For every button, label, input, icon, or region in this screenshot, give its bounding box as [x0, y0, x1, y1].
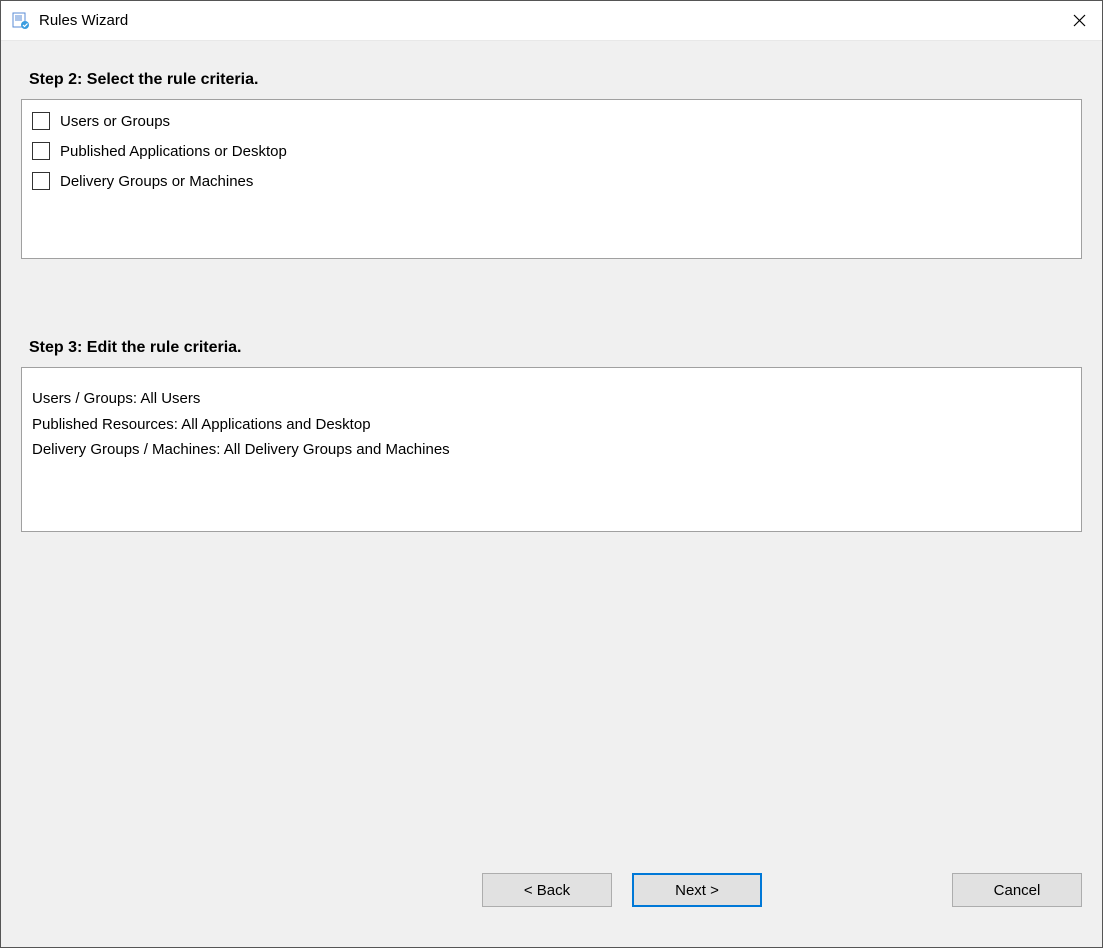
titlebar: Rules Wizard	[1, 1, 1102, 41]
checkbox-icon	[32, 172, 50, 190]
step3-panel: Users / Groups: All Users Published Reso…	[21, 367, 1082, 532]
close-button[interactable]	[1056, 1, 1102, 41]
criteria-summary-line: Published Resources: All Applications an…	[32, 412, 1071, 438]
criteria-published-applications[interactable]: Published Applications or Desktop	[32, 142, 1071, 160]
next-button[interactable]: Next >	[632, 873, 762, 907]
criteria-delivery-groups[interactable]: Delivery Groups or Machines	[32, 172, 1071, 190]
step2-panel: Users or Groups Published Applications o…	[21, 99, 1082, 259]
criteria-label: Delivery Groups or Machines	[60, 173, 253, 190]
checkbox-icon	[32, 142, 50, 160]
back-button[interactable]: < Back	[482, 873, 612, 907]
window-title: Rules Wizard	[39, 12, 1056, 29]
rules-wizard-window: Rules Wizard Step 2: Select the rule cri…	[0, 0, 1103, 948]
criteria-users-or-groups[interactable]: Users or Groups	[32, 112, 1071, 130]
step2-heading: Step 2: Select the rule criteria.	[21, 71, 1082, 89]
wizard-buttons: < Back Next > Cancel	[21, 873, 1082, 927]
criteria-summary-line: Delivery Groups / Machines: All Delivery…	[32, 437, 1071, 463]
cancel-button[interactable]: Cancel	[952, 873, 1082, 907]
criteria-label: Published Applications or Desktop	[60, 143, 287, 160]
content-area: Step 2: Select the rule criteria. Users …	[1, 41, 1102, 947]
step3-heading: Step 3: Edit the rule criteria.	[21, 339, 1082, 357]
wizard-icon	[11, 11, 31, 31]
criteria-summary-line: Users / Groups: All Users	[32, 386, 1071, 412]
criteria-label: Users or Groups	[60, 113, 170, 130]
checkbox-icon	[32, 112, 50, 130]
